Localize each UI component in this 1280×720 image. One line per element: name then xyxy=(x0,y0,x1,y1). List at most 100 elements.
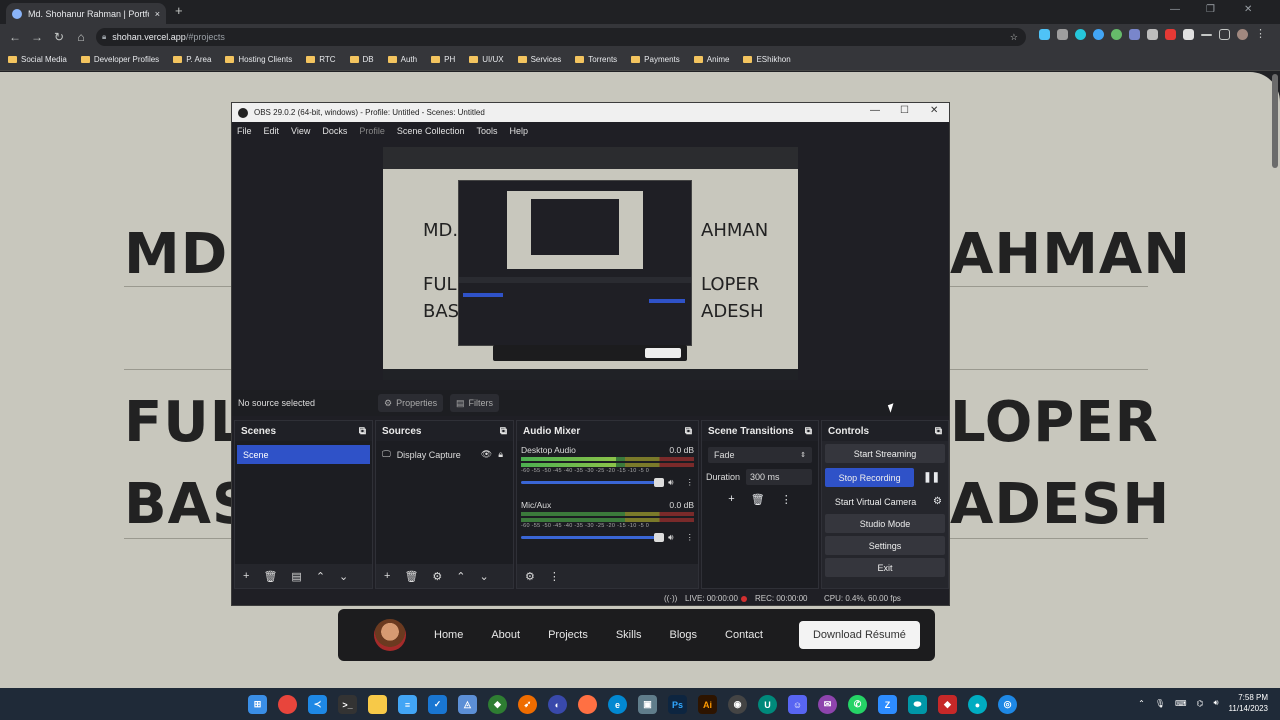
stop-recording-button[interactable]: Stop Recording xyxy=(825,468,915,487)
obs-close-icon[interactable]: ✕ xyxy=(930,105,938,116)
bookmark-item[interactable]: P. Area xyxy=(173,55,211,64)
close-window-icon[interactable]: ✕ xyxy=(1244,4,1252,15)
bookmark-item[interactable]: PH xyxy=(431,55,455,64)
obs-menu-file[interactable]: File xyxy=(237,126,252,136)
author-avatar[interactable] xyxy=(374,619,406,651)
extension-icon[interactable] xyxy=(1165,29,1176,40)
chevron-up-icon[interactable]: ⌃ xyxy=(1138,699,1145,708)
start-icon[interactable]: ⊞ xyxy=(248,695,267,714)
site-nav-projects[interactable]: Projects xyxy=(548,629,588,641)
duration-input[interactable]: 300 ms xyxy=(746,469,812,485)
forward-icon[interactable]: → xyxy=(26,30,48,44)
minimize-icon[interactable]: — xyxy=(1170,4,1180,15)
more-icon[interactable]: ⋮ xyxy=(549,570,560,583)
undock-icon[interactable]: ⧉ xyxy=(805,426,812,437)
bookmark-item[interactable]: Auth xyxy=(387,55,417,64)
add-icon[interactable]: + xyxy=(384,570,390,582)
bookmark-item[interactable]: UI/UX xyxy=(469,55,504,64)
app-icon[interactable]: ◬ xyxy=(458,695,477,714)
zoom-icon[interactable]: Z xyxy=(878,695,897,714)
new-tab-button[interactable]: + xyxy=(175,3,183,18)
chevron-up-icon[interactable]: ⌃ xyxy=(456,570,465,583)
volume-knob[interactable] xyxy=(654,533,665,542)
obs-menu-docks[interactable]: Docks xyxy=(322,126,347,136)
clock[interactable]: 7:58 PM 11/14/2023 xyxy=(1229,692,1268,714)
bookmark-item[interactable]: Social Media xyxy=(8,55,67,64)
undock-icon[interactable]: ⧉ xyxy=(935,426,942,437)
bookmark-item[interactable]: Anime xyxy=(693,55,729,64)
obs-menu-view[interactable]: View xyxy=(291,126,310,136)
exit-button[interactable]: Exit xyxy=(825,558,945,577)
add-icon[interactable]: + xyxy=(243,570,249,582)
todo-icon[interactable]: ✓ xyxy=(428,695,447,714)
bookmark-item[interactable]: Torrents xyxy=(575,55,617,64)
studio-mode-button[interactable]: Studio Mode xyxy=(825,514,945,533)
chevron-down-icon[interactable]: ⌄ xyxy=(480,570,489,583)
illustrator-icon[interactable]: Ai xyxy=(698,695,717,714)
extension-icon[interactable] xyxy=(1111,29,1122,40)
site-nav-home[interactable]: Home xyxy=(434,629,463,641)
tab-close-icon[interactable]: × xyxy=(155,9,160,19)
network-icon[interactable]: ⌬ xyxy=(1197,699,1204,708)
lock-icon[interactable]: 🔒︎ xyxy=(498,449,503,460)
filter-icon[interactable]: ▤ xyxy=(291,570,301,583)
settings-button[interactable]: Settings xyxy=(825,536,945,555)
trash-icon[interactable]: 🗑︎ xyxy=(263,570,277,583)
start-streaming-button[interactable]: Start Streaming xyxy=(825,444,945,463)
obs-minimize-icon[interactable]: — xyxy=(870,105,880,116)
file-explorer-icon[interactable] xyxy=(368,695,387,714)
site-nav-about[interactable]: About xyxy=(491,629,520,641)
address-bar[interactable]: 🔒︎ shohan.vercel.app/#projects ☆ xyxy=(96,28,1026,46)
sidebar-icon[interactable] xyxy=(1219,29,1230,40)
vscode-icon[interactable]: ≺ xyxy=(308,695,327,714)
extension-icon[interactable] xyxy=(1129,29,1140,40)
puzzle-icon[interactable] xyxy=(1183,29,1194,40)
source-item[interactable]: 🖵︎ Display Capture 👁︎ 🔒︎ xyxy=(382,445,511,464)
store-icon[interactable]: ▣ xyxy=(638,695,657,714)
terminal-icon[interactable]: >_ xyxy=(338,695,357,714)
scene-item[interactable]: Scene xyxy=(237,445,370,464)
chevron-up-icon[interactable]: ⌃ xyxy=(316,570,325,583)
profile-avatar[interactable] xyxy=(1237,29,1248,40)
browser-tab[interactable]: Md. Shohanur Rahman | Portfolio × xyxy=(6,3,166,24)
bookmark-item[interactable]: Services xyxy=(517,55,561,64)
start-virtual-camera-button[interactable]: Start Virtual Camera xyxy=(825,492,926,511)
obs-menu-edit[interactable]: Edit xyxy=(264,126,280,136)
undock-icon[interactable]: ⧉ xyxy=(359,426,366,437)
extension-icon[interactable] xyxy=(1147,29,1158,40)
firefox-icon[interactable] xyxy=(578,695,597,714)
obs-menu-profile[interactable]: Profile xyxy=(359,126,385,136)
back-icon[interactable]: ← xyxy=(4,30,26,44)
photoshop-icon[interactable]: Ps xyxy=(668,695,687,714)
extension-icon[interactable] xyxy=(1057,29,1068,40)
bookmark-item[interactable]: EShikhon xyxy=(743,55,791,64)
app-icon[interactable]: ◎ xyxy=(998,695,1017,714)
extension-icon[interactable] xyxy=(1075,29,1086,40)
volume-knob[interactable] xyxy=(654,478,665,487)
bookmark-item[interactable]: Payments xyxy=(631,55,680,64)
pause-icon[interactable]: ❚❚ xyxy=(923,472,940,483)
page-scrollbar[interactable] xyxy=(1272,74,1278,168)
eye-icon[interactable]: 👁︎ xyxy=(481,449,492,460)
volume-slider[interactable] xyxy=(521,533,665,542)
restore-icon[interactable]: ❐ xyxy=(1206,4,1215,15)
site-nav-blogs[interactable]: Blogs xyxy=(670,629,698,641)
obs-menu-help[interactable]: Help xyxy=(509,126,528,136)
chrome-icon[interactable] xyxy=(278,695,297,714)
obs-maximize-icon[interactable]: ☐ xyxy=(900,105,909,116)
bookmark-item[interactable]: RTC xyxy=(306,55,336,64)
app-icon[interactable]: ◆ xyxy=(488,695,507,714)
messenger-icon[interactable]: ✉ xyxy=(818,695,837,714)
postman-icon[interactable]: ➹ xyxy=(518,695,537,714)
undock-icon[interactable]: ⧉ xyxy=(685,426,692,437)
more-icon[interactable]: ⋮ xyxy=(686,477,695,488)
reload-icon[interactable]: ↻ xyxy=(48,30,70,44)
bookmark-item[interactable]: DB xyxy=(349,55,374,64)
volume-slider[interactable] xyxy=(521,478,665,487)
app-icon[interactable]: ⬬ xyxy=(908,695,927,714)
filters-button[interactable]: ▤ Filters xyxy=(450,394,500,412)
add-icon[interactable]: + xyxy=(728,493,734,506)
site-nav-skills[interactable]: Skills xyxy=(616,629,642,641)
extension-icon[interactable] xyxy=(1093,29,1104,40)
download-resume-button[interactable]: Download Résumé xyxy=(798,621,920,649)
